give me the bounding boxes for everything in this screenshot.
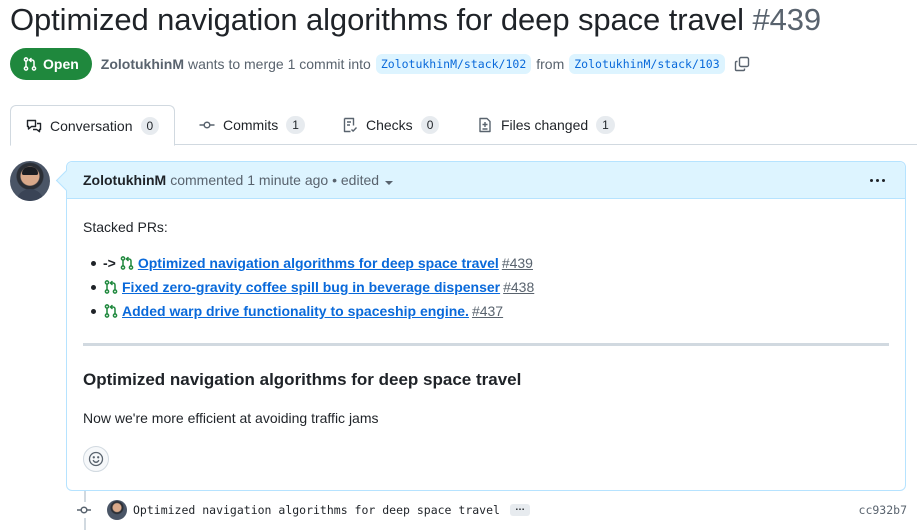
stack-pr-link[interactable]: Optimized navigation algorithms for deep…	[138, 255, 499, 271]
copy-icon[interactable]	[734, 56, 750, 72]
git-pull-request-icon	[104, 280, 118, 294]
pr-tabs: Conversation 0 Commits 1 Checks 0 Files …	[10, 105, 917, 146]
comment-discussion-icon	[26, 119, 42, 132]
tab-counter: 0	[420, 116, 440, 134]
pr-meta: ZolotukhinM wants to merge 1 commit into…	[101, 54, 750, 74]
tab-checks[interactable]: Checks 0	[327, 105, 454, 145]
stack-pr-number[interactable]: #437	[472, 303, 503, 319]
edited-label: edited	[340, 172, 380, 188]
from-text: from	[536, 56, 565, 72]
comment-action: commented	[170, 172, 244, 188]
comment-body: Stacked PRs: -> Optimized navigation alg…	[67, 199, 905, 472]
merge-text: wants to merge 1 commit into	[187, 56, 371, 72]
commit-row: Optimized navigation algorithms for deep…	[76, 500, 907, 520]
avatar-hair	[22, 167, 38, 175]
pr-author-link[interactable]: ZolotukhinM	[101, 56, 184, 72]
commit-sha-link[interactable]: cc932b7	[859, 503, 907, 517]
tab-commits[interactable]: Commits 1	[184, 105, 320, 145]
git-commit-icon	[76, 502, 92, 518]
pr-title: Optimized navigation algorithms for deep…	[10, 2, 821, 38]
commit-message-link[interactable]: Optimized navigation algorithms for deep…	[133, 503, 500, 517]
avatar[interactable]	[107, 500, 127, 520]
base-branch[interactable]: ZolotukhinM/stack/102	[375, 54, 532, 74]
git-pull-request-icon	[120, 256, 134, 270]
checklist-icon	[343, 117, 358, 133]
tab-counter: 1	[596, 116, 615, 134]
comment-header: ZolotukhinM commented 1 minute ago • edi…	[67, 162, 905, 199]
tab-counter: 1	[286, 116, 305, 134]
chevron-down-icon	[385, 181, 394, 185]
git-commit-icon	[199, 121, 215, 129]
kebab-horizontal-icon[interactable]	[867, 171, 887, 189]
head-branch[interactable]: ZolotukhinM/stack/103	[569, 54, 725, 74]
description-text: Now we're more efficient at avoiding tra…	[83, 410, 379, 426]
tab-counter: 0	[140, 116, 160, 135]
stack-list: -> Optimized navigation algorithms for d…	[83, 251, 889, 323]
tab-label: Checks	[366, 117, 413, 133]
tab-label: Commits	[223, 117, 279, 133]
tab-label: Conversation	[50, 117, 133, 134]
description-heading: Optimized navigation algorithms for deep…	[83, 370, 522, 389]
list-item: Fixed zero-gravity coffee spill bug in b…	[91, 275, 889, 299]
status-badge: Open	[10, 48, 92, 80]
comment-box: ZolotukhinM commented 1 minute ago • edi…	[66, 161, 906, 491]
avatar-shirt	[16, 189, 44, 201]
git-pull-request-icon	[23, 57, 37, 71]
stack-pr-number[interactable]: #439	[502, 255, 533, 271]
status-label: Open	[43, 56, 79, 72]
pr-status-row: Open ZolotukhinM wants to merge 1 commit…	[10, 48, 750, 80]
current-arrow: ->	[103, 255, 116, 271]
edited-dropdown[interactable]: edited	[340, 172, 394, 188]
pr-title-text: Optimized navigation algorithms for deep…	[10, 2, 744, 37]
list-item: -> Optimized navigation algorithms for d…	[91, 251, 889, 275]
stack-pr-link[interactable]: Added warp drive functionality to spaces…	[122, 303, 469, 319]
list-item: Added warp drive functionality to spaces…	[91, 299, 889, 323]
comment-author-link[interactable]: ZolotukhinM	[83, 172, 166, 188]
tab-files-changed[interactable]: Files changed 1	[462, 105, 630, 145]
stack-pr-link[interactable]: Fixed zero-gravity coffee spill bug in b…	[122, 279, 500, 295]
pr-number: #439	[752, 2, 822, 37]
comment-timestamp[interactable]: 1 minute ago	[247, 172, 328, 188]
avatar[interactable]	[10, 161, 50, 201]
tab-conversation[interactable]: Conversation 0	[10, 105, 176, 146]
git-pull-request-icon	[104, 304, 118, 318]
stack-intro: Stacked PRs:	[83, 219, 168, 235]
stack-pr-number[interactable]: #438	[503, 279, 534, 295]
separator: •	[332, 172, 337, 188]
add-reaction-button[interactable]	[83, 446, 109, 472]
tab-label: Files changed	[501, 117, 589, 133]
divider	[83, 343, 889, 346]
smiley-icon	[88, 451, 104, 467]
file-diff-icon	[479, 117, 491, 133]
commit-expand-button[interactable]: …	[509, 503, 530, 516]
